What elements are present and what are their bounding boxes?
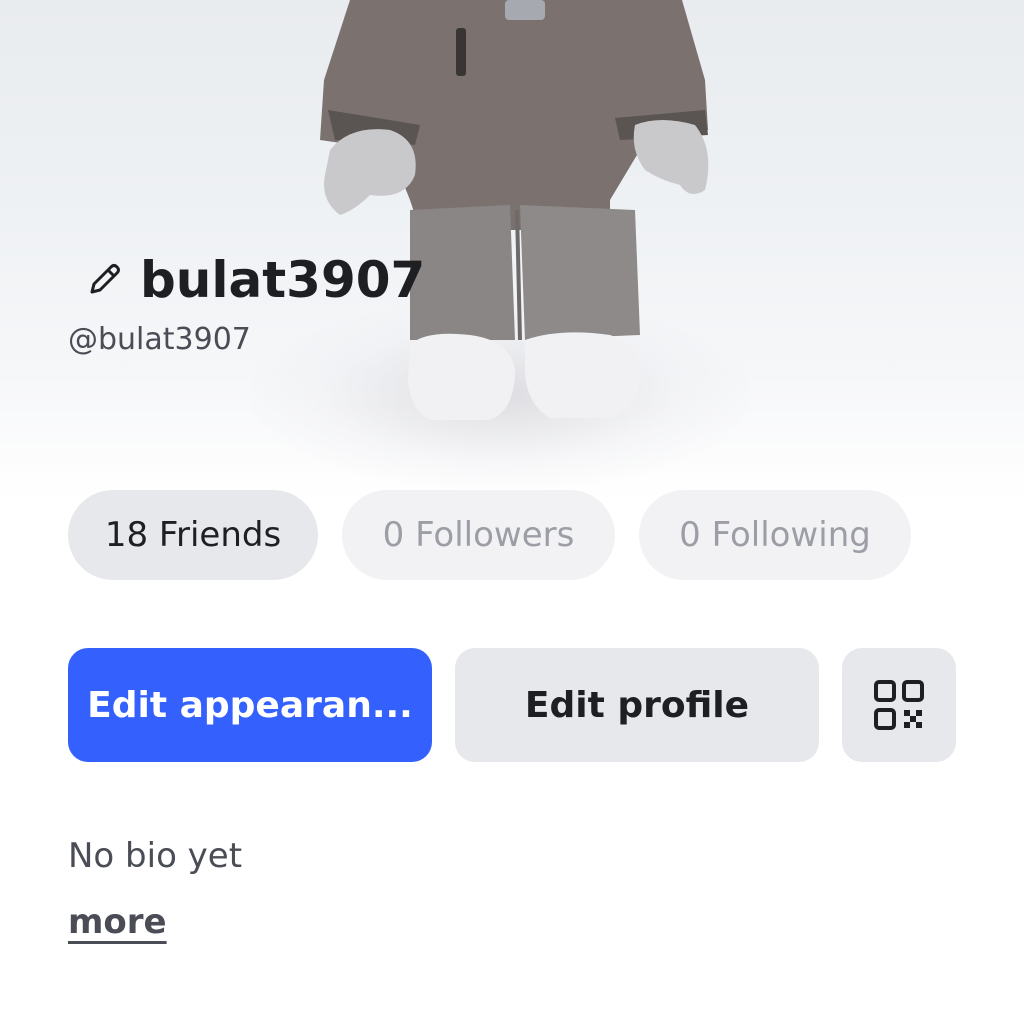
username: @bulat3907 — [68, 322, 251, 357]
friends-count-button[interactable]: 18 Friends — [68, 490, 318, 580]
pencil-icon[interactable] — [82, 258, 126, 302]
qr-code-button[interactable] — [842, 648, 956, 762]
avatar-image — [320, 0, 709, 420]
profile-page: bulat3907 @bulat3907 18 Friends 0 Follow… — [0, 0, 1024, 1024]
display-name: bulat3907 — [140, 251, 426, 309]
avatar-hero: bulat3907 @bulat3907 — [0, 0, 1024, 500]
qr-code-icon — [874, 680, 924, 730]
more-link[interactable]: more — [68, 902, 167, 942]
display-name-row: bulat3907 — [82, 248, 425, 312]
edit-appearance-button[interactable]: Edit appearan... — [68, 648, 432, 762]
edit-profile-button[interactable]: Edit profile — [455, 648, 819, 762]
bio-text: No bio yet — [68, 836, 243, 876]
following-count-button[interactable]: 0 Following — [639, 490, 911, 580]
followers-count-button[interactable]: 0 Followers — [342, 490, 615, 580]
